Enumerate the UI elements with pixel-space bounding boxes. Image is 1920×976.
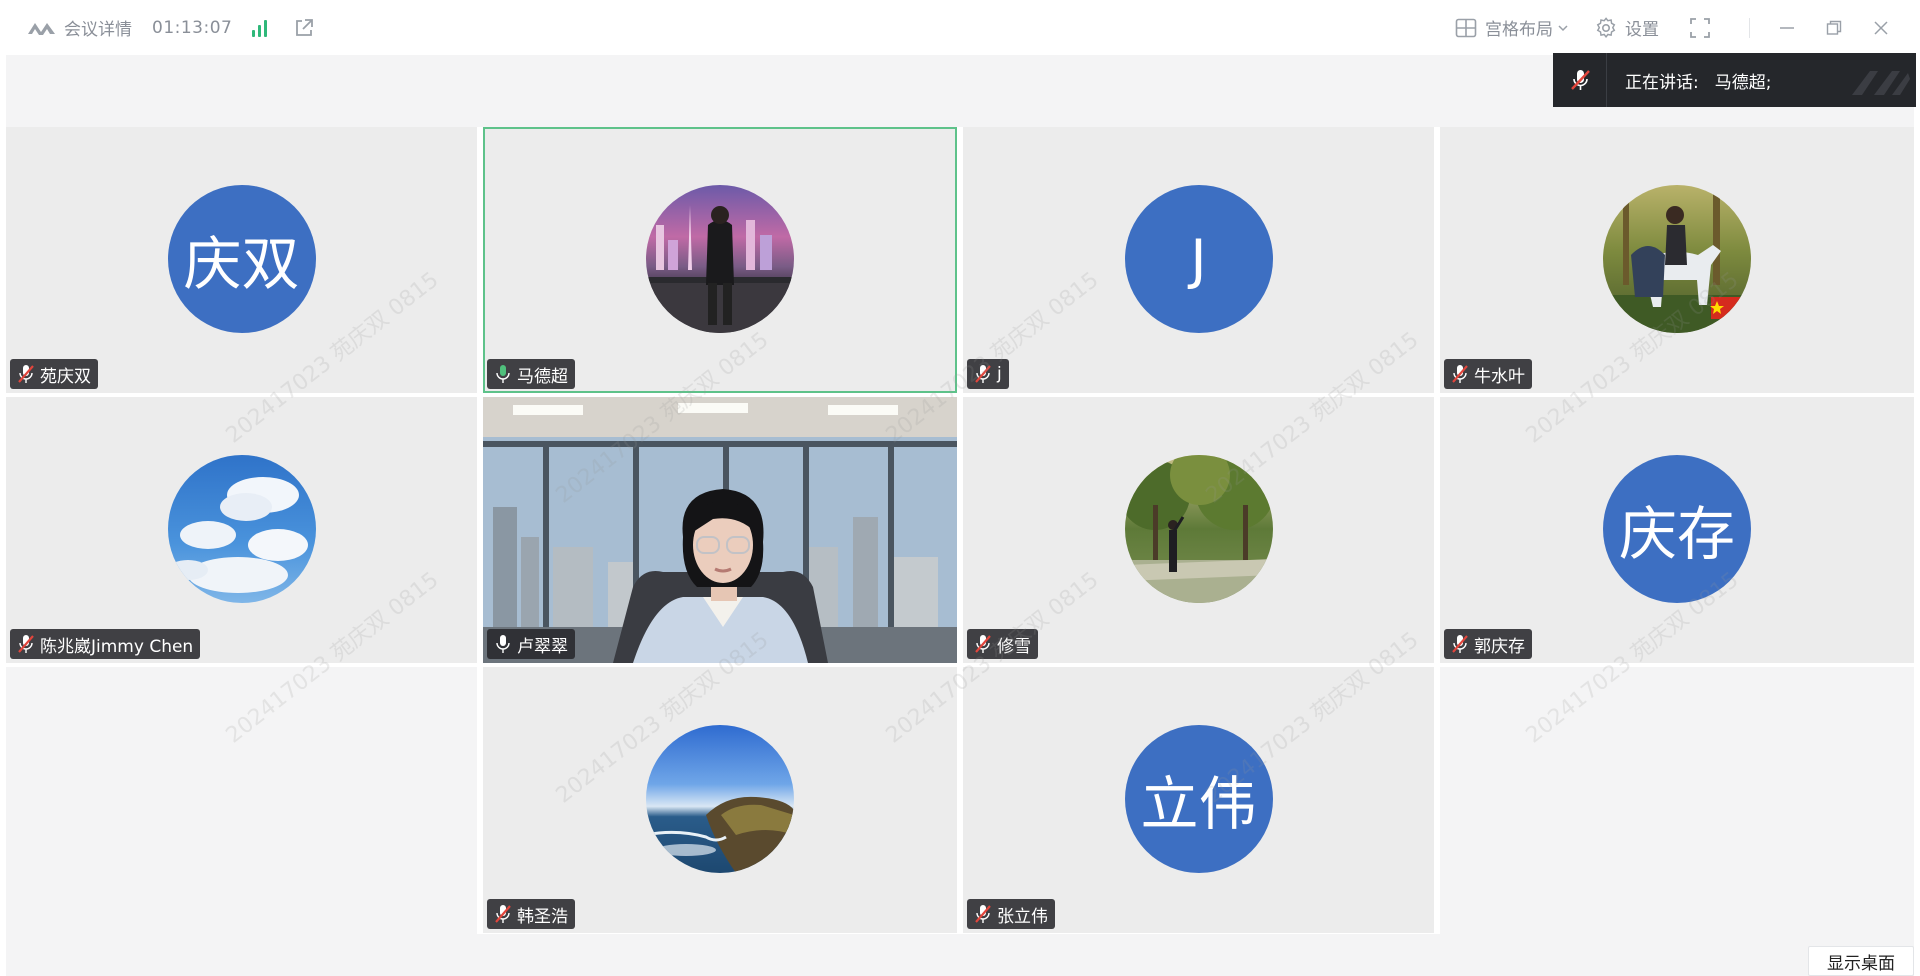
avatar-photo-clouds (167, 455, 316, 603)
participant-name-tag: 牛水叶 (1444, 359, 1532, 389)
close-icon (1874, 20, 1888, 35)
participant-tile-chenzhaowei[interactable]: 陈兆崴Jimmy Chen (6, 397, 477, 663)
gallery-bottom-margin (6, 934, 1914, 976)
restore-button[interactable] (1823, 17, 1845, 39)
participant-name-tag: 张立伟 (967, 899, 1055, 929)
avatar-initials: J (1190, 227, 1207, 291)
participant-name-tag: 马德超 (487, 359, 575, 389)
muted-mic-icon (972, 633, 994, 655)
avatar-photo-coast (646, 725, 794, 873)
participant-name: 韩圣浩 (517, 906, 568, 927)
muted-mic-icon (972, 363, 994, 385)
avatar-initials: 立伟 (1140, 770, 1257, 838)
participant-tile-hanshenghao[interactable]: 韩圣浩 (483, 667, 957, 933)
share-external-icon[interactable] (293, 17, 315, 39)
gear-icon (1596, 16, 1616, 38)
network-signal-icon[interactable] (252, 19, 268, 37)
participant-name-tag: 修雪 (967, 629, 1038, 659)
muted-mic-icon (15, 363, 37, 385)
participant-tile-niushuiye[interactable]: 牛水叶 (1440, 127, 1914, 393)
avatar: 立伟 (1124, 725, 1273, 873)
participant-tile-yuanqingshuang[interactable]: 庆双 苑庆双 (6, 127, 477, 393)
participant-name: 郭庆存 (1474, 636, 1525, 657)
avatar: 庆存 (1603, 455, 1751, 603)
restore-icon (1826, 20, 1842, 35)
participant-name: 张立伟 (997, 906, 1048, 927)
participant-tile-guoqingcun[interactable]: 庆存 郭庆存 (1440, 397, 1914, 663)
empty-grid-slot (1440, 667, 1914, 934)
muted-mic-icon (1449, 363, 1471, 385)
speaking-mic-icon (492, 363, 514, 385)
participant-name-tag: 韩圣浩 (487, 899, 575, 929)
chevron-down-icon (1558, 24, 1568, 31)
participant-name-tag: 卢翠翠 (487, 629, 575, 659)
app-logo-icon (26, 18, 58, 38)
participant-tile-xiuxue[interactable]: 修雪 (963, 397, 1434, 663)
speaking-label: 正在讲话: (1625, 72, 1699, 93)
participant-tile-zhangliwei[interactable]: 立伟 张立伟 (963, 667, 1434, 933)
avatar-photo-city-night (646, 185, 794, 333)
empty-grid-slot (6, 667, 477, 934)
layout-dropdown-button[interactable]: 宫格布局 (1455, 15, 1569, 40)
avatar: 庆双 (167, 185, 316, 333)
avatar-initials: 庆存 (1618, 500, 1735, 568)
avatar-photo-park (1124, 455, 1273, 603)
muted-mic-icon (1449, 633, 1471, 655)
participant-name: 陈兆崴Jimmy Chen (40, 636, 194, 657)
participant-name: 修雪 (997, 636, 1031, 657)
fullscreen-button[interactable] (1689, 17, 1719, 39)
grid-layout-icon (1455, 18, 1477, 37)
participant-name: 卢翠翠 (517, 636, 568, 657)
settings-label: 设置 (1625, 20, 1659, 40)
settings-button[interactable]: 设置 (1595, 15, 1659, 40)
participant-name: j (997, 364, 1002, 384)
muted-mic-icon (1553, 53, 1607, 107)
participant-tile-madechao[interactable]: 马德超 (483, 127, 957, 393)
participant-tile-j[interactable]: J j (963, 127, 1434, 393)
muted-mic-icon (972, 903, 994, 925)
participant-name-tag: 郭庆存 (1444, 629, 1532, 659)
banner-decoration-icon (1852, 71, 1910, 95)
video-feed-office (483, 397, 957, 663)
layout-label: 宫格布局 (1485, 20, 1553, 40)
title-bar: 会议详情 01:13:07 宫格布局 设置 (0, 0, 1920, 55)
participant-name-tag: j (967, 359, 1009, 389)
muted-mic-icon (15, 633, 37, 655)
close-button[interactable] (1870, 17, 1892, 39)
active-speaker-banner: 正在讲话: 马德超; (1553, 53, 1916, 107)
participant-name: 牛水叶 (1474, 366, 1525, 387)
participant-name-tag: 苑庆双 (10, 359, 98, 389)
titlebar-divider (1749, 17, 1750, 38)
mic-icon (492, 633, 514, 655)
meeting-timer: 01:13:07 (152, 17, 233, 38)
avatar-photo-horse-forest (1603, 185, 1751, 333)
avatar-initials: 庆双 (183, 230, 300, 298)
muted-mic-icon (492, 903, 514, 925)
speaking-names: 马德超; (1714, 72, 1772, 93)
participant-name: 马德超 (517, 366, 568, 387)
fullscreen-icon (1690, 17, 1710, 38)
participant-name-tag: 陈兆崴Jimmy Chen (10, 629, 201, 659)
minimize-button[interactable] (1776, 17, 1798, 39)
minimize-icon (1780, 26, 1794, 29)
meeting-details-link[interactable]: 会议详情 (64, 15, 132, 40)
avatar: J (1124, 185, 1273, 333)
show-desktop-button[interactable]: 显示桌面 (1808, 946, 1914, 976)
participant-tile-lucuicui-video[interactable]: 卢翠翠 (483, 397, 957, 663)
participant-name: 苑庆双 (40, 366, 91, 387)
